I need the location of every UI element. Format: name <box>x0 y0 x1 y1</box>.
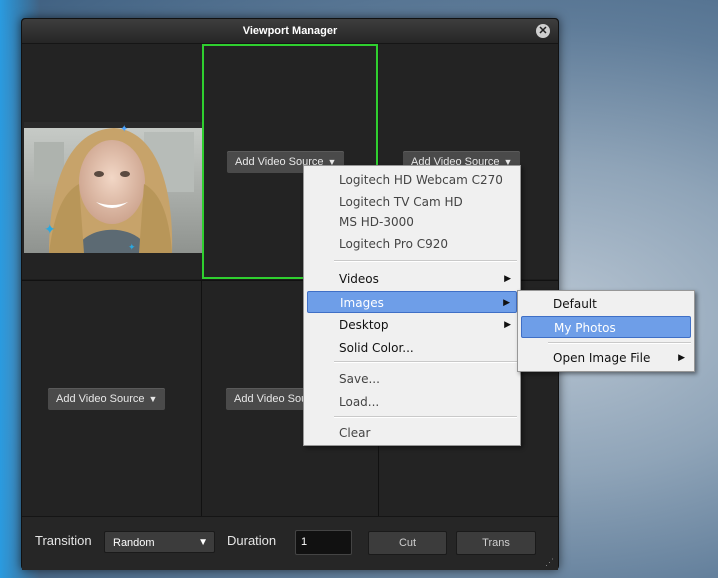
svg-text:✦: ✦ <box>128 242 136 252</box>
menu-separator <box>334 361 517 363</box>
menu-item-videos[interactable]: Videos ▶ <box>307 268 517 290</box>
title-bar[interactable]: Viewport Manager ✕ <box>22 19 558 44</box>
submenu-item-my-photos[interactable]: My Photos <box>521 316 691 338</box>
menu-separator <box>548 342 691 344</box>
video-source-context-menu: Logitech HD Webcam C270 Logitech TV Cam … <box>303 165 521 446</box>
trans-button[interactable]: Trans <box>456 531 536 555</box>
menu-item-device-4[interactable]: Logitech Pro C920 <box>307 233 517 255</box>
viewport-cell-4[interactable]: Add Video Source ▼ <box>22 281 201 516</box>
menu-separator <box>334 260 517 262</box>
transition-value: Random <box>113 537 155 549</box>
menu-item-device-3[interactable]: MS HD-3000 <box>307 211 517 233</box>
webcam-preview-image: ✦ ✦ ✦ <box>24 122 202 253</box>
submenu-item-open-image-file-label: Open Image File <box>553 351 651 365</box>
menu-item-save[interactable]: Save... <box>307 368 517 390</box>
cut-button[interactable]: Cut <box>368 531 447 555</box>
add-video-source-label: Add Video Source <box>56 393 145 405</box>
menu-item-videos-label: Videos <box>339 272 379 286</box>
menu-item-device-2[interactable]: Logitech TV Cam HD <box>307 191 517 213</box>
resize-grip-icon[interactable]: ⋰ <box>545 557 555 567</box>
caret-down-icon: ▼ <box>198 537 208 548</box>
menu-item-desktop-label: Desktop <box>339 318 389 332</box>
add-video-source-button[interactable]: Add Video Source▼ <box>48 388 166 410</box>
svg-text:✦: ✦ <box>120 124 128 135</box>
menu-item-device-1[interactable]: Logitech HD Webcam C270 <box>307 169 517 191</box>
menu-separator <box>334 416 517 418</box>
viewport-cell-1[interactable]: ✦ ✦ ✦ <box>22 44 202 279</box>
menu-item-solid-color[interactable]: Solid Color... <box>307 337 517 359</box>
bottom-toolbar: Transition Random ▼ Duration 1 Cut Trans… <box>22 516 558 570</box>
menu-item-desktop[interactable]: Desktop ▶ <box>307 314 517 336</box>
transition-select[interactable]: Random ▼ <box>104 531 215 553</box>
chevron-right-icon: ▶ <box>504 274 511 284</box>
images-submenu: Default My Photos Open Image File ▶ <box>517 290 695 372</box>
transition-label: Transition <box>35 533 92 548</box>
chevron-right-icon: ▶ <box>678 353 685 363</box>
menu-item-images[interactable]: Images ▶ <box>307 291 517 313</box>
submenu-item-open-image-file[interactable]: Open Image File ▶ <box>521 347 691 369</box>
caret-down-icon: ▼ <box>148 394 158 404</box>
svg-text:✦: ✦ <box>44 221 56 237</box>
window-title: Viewport Manager <box>242 25 338 37</box>
menu-item-clear[interactable]: Clear <box>307 422 517 444</box>
submenu-item-default[interactable]: Default <box>521 293 691 315</box>
chevron-right-icon: ▶ <box>504 320 511 330</box>
close-icon[interactable]: ✕ <box>536 24 550 38</box>
menu-item-load[interactable]: Load... <box>307 391 517 413</box>
duration-label: Duration <box>227 533 277 548</box>
menu-item-images-label: Images <box>340 296 384 310</box>
chevron-right-icon: ▶ <box>503 298 510 308</box>
duration-input[interactable]: 1 <box>295 530 352 555</box>
